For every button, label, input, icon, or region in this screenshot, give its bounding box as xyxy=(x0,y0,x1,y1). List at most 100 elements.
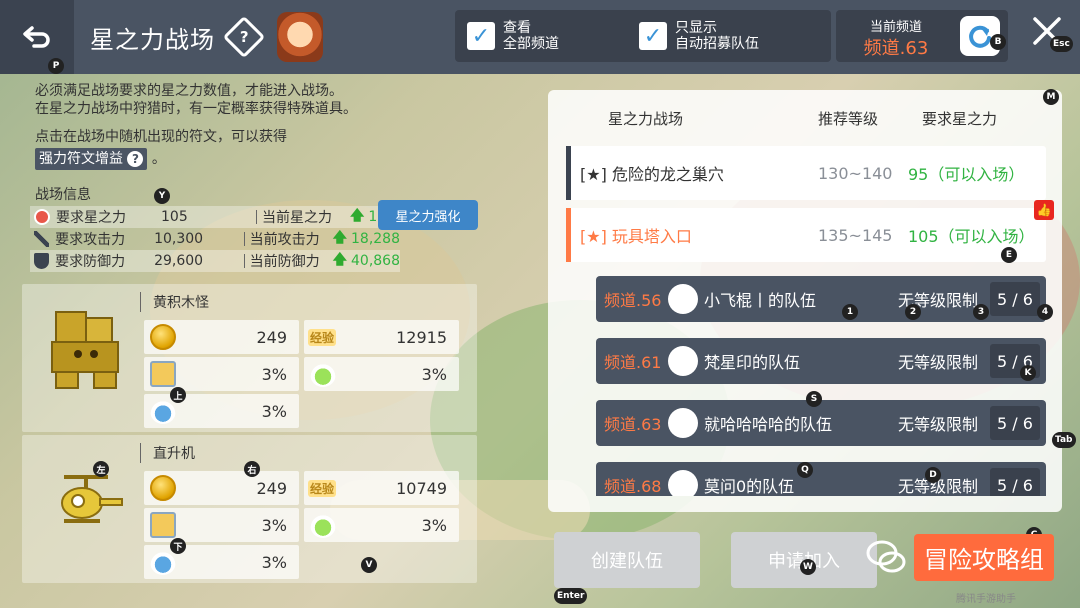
drop-rate: 3% xyxy=(421,364,447,384)
monster-card: 直升机 249 经验 10749 3% 3% 3% xyxy=(22,435,477,583)
arrow-up-icon: 🡅 xyxy=(332,252,347,268)
battlefield-requirement: 105（可以入场） xyxy=(908,227,1035,246)
info-label: 要求防御力 xyxy=(55,254,126,270)
arrow-up-icon: 🡅 xyxy=(332,230,347,246)
page-title: 星之力战场 xyxy=(90,25,215,54)
rune-buff-label: 强力符文增益 xyxy=(39,151,123,167)
hotkey-badge-s: S xyxy=(806,391,822,407)
column-header-level: 推荐等级 xyxy=(818,110,879,128)
hotkey-badge-up: 上 xyxy=(170,387,186,403)
team-row[interactable]: 频道.68 ⚔ 莫问0的队伍 无等级限制 5 / 6 xyxy=(596,462,1046,496)
battlefield-row-toy-tower[interactable]: [★] 玩具塔入口 135~145 105（可以入场） 👍 xyxy=(566,200,1054,262)
checkbox-checked-icon[interactable]: ✓ xyxy=(467,22,495,50)
meso-coin-icon xyxy=(150,324,176,350)
battlefield-level: 130~140 xyxy=(818,163,893,183)
help-icon[interactable]: ? xyxy=(222,15,266,59)
column-header-name: 星之力战场 xyxy=(608,110,684,128)
filter-all-channels[interactable]: ✓ 查看 全部频道 xyxy=(467,20,637,52)
hotkey-badge-d: D xyxy=(925,467,941,483)
hotkey-badge-k: K xyxy=(1020,365,1036,381)
avatar[interactable] xyxy=(277,12,323,62)
hotkey-badge-q: Q xyxy=(797,462,813,478)
drop-rate: 3% xyxy=(261,401,287,421)
help-icon[interactable]: ? xyxy=(127,151,144,167)
meso-value: 249 xyxy=(256,478,287,498)
exp-value: 12915 xyxy=(396,327,447,347)
battlefield-level: 135~145 xyxy=(818,225,893,245)
blue-potion-drop-cell: 3% xyxy=(144,394,299,428)
info-value: 40,868 xyxy=(351,253,400,269)
battlefield-row-dragon-nest[interactable]: [★] 危险的龙之巢穴 130~140 95（可以入场） xyxy=(566,146,1046,200)
info-row-attack: 要求攻击力 10,300 当前攻击力 🡅 18,288 xyxy=(30,228,400,250)
rune-buff-link[interactable]: 强力符文增益 ? xyxy=(35,148,148,170)
filter-label: 只显示 xyxy=(675,20,717,36)
hotkey-badge-enter: Enter xyxy=(554,588,588,604)
star-badge-icon xyxy=(34,209,50,225)
info-label: 当前星之力 xyxy=(262,210,332,226)
description-line: 点击在战场中随机出现的符文，可以获得 xyxy=(35,129,287,145)
hotkey-badge-1: 1 xyxy=(842,304,858,320)
crossed-swords-icon: ⚔ xyxy=(668,470,698,496)
info-rows: 要求星之力 105 当前星之力 🡅 107 要求攻击力 10,300 当前攻击力… xyxy=(30,206,400,272)
team-name: 梵星印的队伍 xyxy=(704,353,801,372)
back-arrow-icon xyxy=(23,26,50,48)
battlefield-requirement: 95（可以入场） xyxy=(908,165,1025,184)
blue-potion-icon xyxy=(150,549,176,575)
hotkey-badge-y: Y xyxy=(154,188,170,204)
hotkey-badge-e: E xyxy=(1001,247,1017,263)
team-channel: 频道.63 xyxy=(604,415,662,434)
meso-value: 249 xyxy=(256,327,287,347)
team-level-limit: 无等级限制 xyxy=(898,415,979,434)
monster-image-block-golem xyxy=(42,302,132,392)
info-value: 105 xyxy=(161,209,188,225)
exp-drop-cell: 经验 10749 xyxy=(304,471,459,505)
hotkey-badge-w: W xyxy=(800,559,816,575)
info-value: 29,600 xyxy=(154,253,204,269)
team-channel: 频道.61 xyxy=(604,353,662,372)
team-name: 小飞棍丨的队伍 xyxy=(704,291,817,310)
filter-label: 自动招募队伍 xyxy=(675,36,759,52)
star-force-upgrade-button[interactable]: 星之力强化 xyxy=(378,200,478,230)
team-member-count: 5 / 6 xyxy=(990,468,1040,496)
exp-badge-icon: 经验 xyxy=(308,328,337,346)
info-value: 18,288 xyxy=(351,231,400,247)
blue-potion-drop-cell: 3% xyxy=(144,545,299,579)
create-team-button[interactable]: 创建队伍 xyxy=(554,532,700,588)
scroll-item-icon xyxy=(150,512,176,538)
monster-name: 直升机 xyxy=(140,443,195,463)
hotkey-badge-left: 左 xyxy=(93,461,109,477)
watermark-text: 冒险攻略组 xyxy=(914,533,1054,581)
current-channel-caption: 当前频道 xyxy=(869,20,922,35)
current-channel-value: 频道.63 xyxy=(863,38,929,59)
info-row-star: 要求星之力 105 当前星之力 🡅 107 xyxy=(30,206,400,228)
meso-coin-icon xyxy=(150,475,176,501)
team-member-count: 5 / 6 xyxy=(990,406,1040,440)
green-potion-drop-cell: 3% xyxy=(304,357,459,391)
team-name: 莫问0的队伍 xyxy=(704,477,795,496)
drop-rate: 3% xyxy=(261,552,287,572)
scroll-item-icon xyxy=(150,361,176,387)
meso-drop-cell: 249 xyxy=(144,471,299,505)
team-row[interactable]: 频道.61 ⚔ 梵星印的队伍 无等级限制 5 / 6 xyxy=(596,338,1046,384)
watermark: 冒险攻略组 xyxy=(862,528,1058,586)
filter-label: 全部频道 xyxy=(503,36,559,52)
team-name: 就哈哈哈哈的队伍 xyxy=(704,415,833,434)
arrow-up-icon: 🡅 xyxy=(350,208,365,224)
hotkey-badge-close: Esc xyxy=(1050,36,1073,52)
checkbox-checked-icon[interactable]: ✓ xyxy=(639,22,667,50)
info-value: 10,300 xyxy=(154,231,204,247)
filter-auto-recruit[interactable]: ✓ 只显示 自动招募队伍 xyxy=(639,20,809,52)
team-member-count: 5 / 6 xyxy=(990,282,1040,316)
drop-rate: 3% xyxy=(261,515,287,535)
wechat-icon xyxy=(866,540,906,573)
scroll-drop-cell: 3% xyxy=(144,357,299,391)
green-potion-icon xyxy=(310,512,336,538)
monster-image-helicopter xyxy=(42,453,132,543)
team-row[interactable]: 频道.63 ⚔ 就哈哈哈哈的队伍 无等级限制 5 / 6 xyxy=(596,400,1046,446)
drop-rate: 3% xyxy=(421,515,447,535)
description-line: 在星之力战场中狩猎时，有一定概率获得特殊道具。 xyxy=(35,101,357,117)
thumbs-up-icon: 👍 xyxy=(1034,200,1054,220)
hotkey-badge-m: M xyxy=(1043,89,1059,105)
crossed-swords-icon: ⚔ xyxy=(668,284,698,314)
exp-badge-icon: 经验 xyxy=(308,479,337,497)
